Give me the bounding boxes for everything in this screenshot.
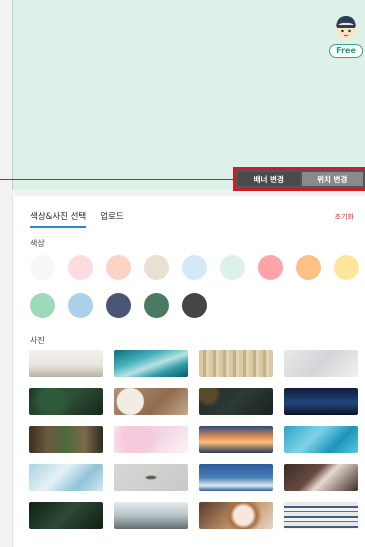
tab-color-photo[interactable]: 색상&사진 선택 bbox=[30, 210, 87, 228]
color-swatch-1[interactable] bbox=[30, 255, 55, 280]
panel-tabs: 색상&사진 선택 업로드 bbox=[30, 210, 124, 228]
photo-grid bbox=[29, 350, 361, 529]
building-photo[interactable] bbox=[284, 502, 358, 529]
avatar[interactable]: Free bbox=[329, 14, 363, 58]
gray-leaf-photo[interactable] bbox=[114, 464, 188, 491]
banner-change-button[interactable]: 배너 변경 bbox=[238, 172, 300, 186]
clouds-sky-photo[interactable] bbox=[199, 464, 273, 491]
colors-section-label: 색상 bbox=[30, 239, 45, 248]
cactus-photo[interactable] bbox=[29, 426, 103, 453]
character-icon bbox=[336, 16, 356, 39]
coffee-table-photo[interactable] bbox=[114, 388, 188, 415]
banner-button-group: 배너 변경 위치 변경 bbox=[233, 167, 365, 191]
color-swatch-9[interactable] bbox=[334, 255, 359, 280]
palm-leaves-photo[interactable] bbox=[29, 502, 103, 529]
tab-upload[interactable]: 업로드 bbox=[100, 210, 123, 228]
starry-forest-photo[interactable] bbox=[284, 388, 358, 415]
color-swatch-10[interactable] bbox=[30, 293, 55, 318]
misty-forest-photo[interactable] bbox=[114, 502, 188, 529]
color-swatch-13[interactable] bbox=[144, 293, 169, 318]
dark-texture-photo[interactable] bbox=[199, 388, 273, 415]
frost-photo[interactable] bbox=[29, 464, 103, 491]
pink-blossom-photo[interactable] bbox=[114, 426, 188, 453]
color-swatch-4[interactable] bbox=[144, 255, 169, 280]
reset-button[interactable]: 초기화 bbox=[335, 212, 354, 222]
color-swatch-8[interactable] bbox=[296, 255, 321, 280]
color-swatch-14[interactable] bbox=[182, 293, 207, 318]
sunset-photo[interactable] bbox=[199, 426, 273, 453]
color-swatch-3[interactable] bbox=[106, 255, 131, 280]
teal-waves-photo[interactable] bbox=[114, 350, 188, 377]
pool-water-photo[interactable] bbox=[284, 426, 358, 453]
color-swatch-12[interactable] bbox=[106, 293, 131, 318]
position-change-button[interactable]: 위치 변경 bbox=[301, 172, 363, 186]
banner-settings-panel: 색상&사진 선택 업로드 초기화 색상 사진 bbox=[12, 196, 365, 547]
splash-photo[interactable] bbox=[284, 464, 358, 491]
color-swatch-6[interactable] bbox=[220, 255, 245, 280]
color-swatch-list bbox=[30, 255, 360, 318]
wood-stripes-photo[interactable] bbox=[199, 350, 273, 377]
free-badge: Free bbox=[329, 44, 363, 58]
dark-leaves-photo[interactable] bbox=[29, 388, 103, 415]
photos-section-label: 사진 bbox=[30, 336, 45, 345]
color-swatch-11[interactable] bbox=[68, 293, 93, 318]
highlight-line bbox=[0, 179, 234, 180]
beach-photo[interactable] bbox=[29, 350, 103, 377]
latte-photo[interactable] bbox=[199, 502, 273, 529]
color-swatch-2[interactable] bbox=[68, 255, 93, 280]
banner-preview: Free bbox=[12, 0, 365, 190]
snow-photo[interactable] bbox=[284, 350, 358, 377]
color-swatch-5[interactable] bbox=[182, 255, 207, 280]
color-swatch-7[interactable] bbox=[258, 255, 283, 280]
